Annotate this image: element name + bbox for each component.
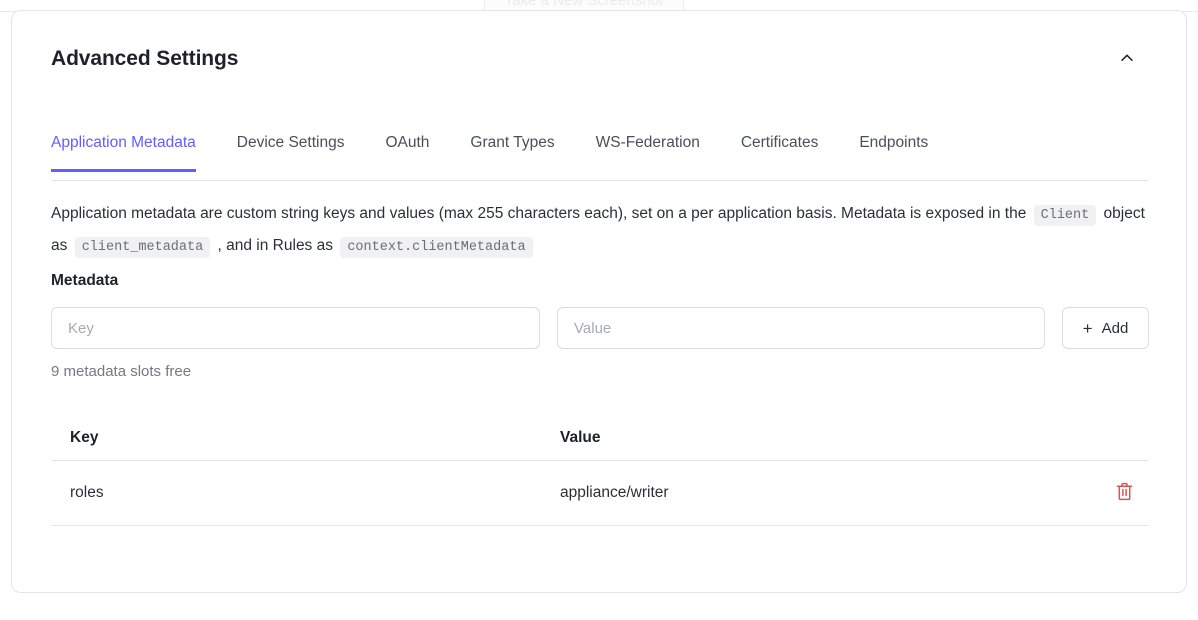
code-client: Client [1034,205,1097,226]
metadata-input-row: + Add [51,307,1149,349]
metadata-key-input[interactable] [51,307,540,349]
metadata-slots-free-text: 9 metadata slots free [51,363,191,380]
tab-grant-types[interactable]: Grant Types [470,129,554,172]
description-text-part-3: , and in Rules as [218,237,333,254]
metadata-table: Key Value roles appliance/writer [51,417,1149,526]
tab-oauth[interactable]: OAuth [385,129,429,172]
add-button-label: Add [1102,320,1129,337]
page-title: Advanced Settings [51,47,238,71]
add-metadata-button[interactable]: + Add [1062,307,1149,349]
page-root: Take a New Screenshot Advanced Settings … [0,0,1198,620]
plus-icon: + [1083,320,1093,337]
card-header: Advanced Settings [12,11,1186,107]
column-header-actions [1061,417,1149,461]
advanced-settings-card: Advanced Settings Application Metadata D… [11,10,1187,593]
tab-certificates[interactable]: Certificates [741,129,819,172]
collapse-toggle-button[interactable] [1113,45,1141,73]
column-header-key: Key [51,417,541,461]
metadata-description: Application metadata are custom string k… [51,199,1151,263]
trash-icon [1116,489,1133,504]
cell-value: appliance/writer [541,461,1061,526]
metadata-value-input[interactable] [557,307,1045,349]
description-text-part-1: Application metadata are custom string k… [51,205,1026,222]
metadata-table-head: Key Value [51,417,1149,461]
code-client-metadata: client_metadata [75,237,211,258]
metadata-section-label: Metadata [51,272,118,290]
chevron-up-icon [1118,49,1136,70]
code-context-client-metadata: context.clientMetadata [340,237,532,258]
tab-ws-federation[interactable]: WS-Federation [596,129,700,172]
tab-device-settings[interactable]: Device Settings [237,129,345,172]
advanced-settings-tabs: Application Metadata Device Settings OAu… [51,129,1149,181]
delete-metadata-button[interactable] [1114,480,1135,503]
tab-application-metadata[interactable]: Application Metadata [51,129,196,172]
table-header-row: Key Value [51,417,1149,461]
cell-actions [1061,461,1149,526]
column-header-value: Value [541,417,1061,461]
cell-key: roles [51,461,541,526]
metadata-table-body: roles appliance/writer [51,461,1149,526]
table-row: roles appliance/writer [51,461,1149,526]
tab-endpoints[interactable]: Endpoints [859,129,928,172]
